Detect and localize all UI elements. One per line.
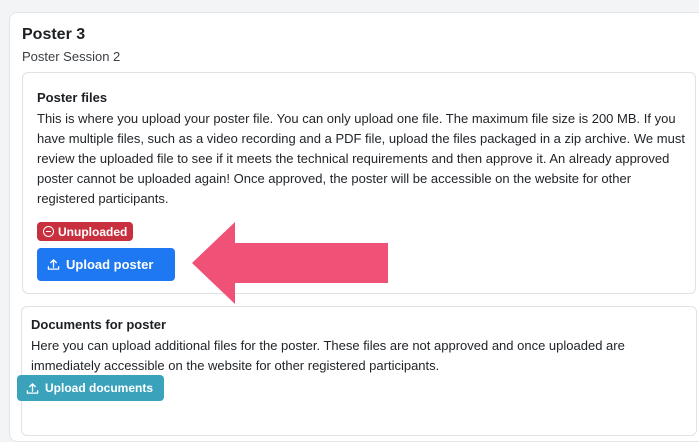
upload-documents-button[interactable]: Upload documents bbox=[17, 375, 164, 401]
upload-icon bbox=[26, 382, 39, 394]
poster-session: Poster Session 2 bbox=[22, 49, 121, 64]
upload-documents-label: Upload documents bbox=[45, 381, 154, 395]
poster-files-heading: Poster files bbox=[37, 90, 108, 105]
left-arrow-annotation bbox=[192, 222, 388, 304]
upload-poster-label: Upload poster bbox=[66, 257, 154, 272]
poster-title: Poster 3 bbox=[22, 26, 86, 43]
documents-panel: Documents for poster Here you can upload… bbox=[21, 306, 697, 436]
documents-heading: Documents for poster bbox=[31, 317, 167, 332]
minus-circle-icon bbox=[43, 226, 54, 237]
poster-files-description: This is where you upload your poster fil… bbox=[37, 111, 685, 206]
documents-description: Here you can upload additional files for… bbox=[31, 338, 625, 373]
upload-icon bbox=[47, 259, 60, 270]
status-badge: Unuploaded bbox=[37, 222, 134, 241]
status-badge-label: Unuploaded bbox=[58, 224, 128, 239]
upload-poster-button[interactable]: Upload poster bbox=[37, 248, 175, 281]
